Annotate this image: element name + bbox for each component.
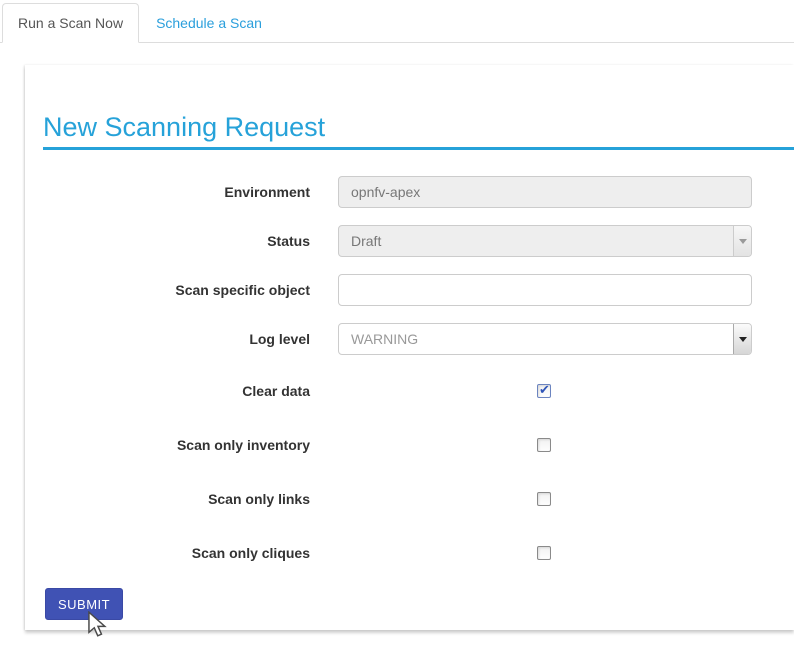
status-row: Status Draft: [25, 225, 794, 257]
scan-only-inventory-label: Scan only inventory: [25, 437, 310, 453]
page-title: New Scanning Request: [43, 111, 794, 150]
log-level-select[interactable]: WARNING: [338, 323, 752, 355]
clear-data-row: Clear data: [25, 372, 794, 409]
chevron-down-icon[interactable]: [733, 324, 751, 354]
scan-only-inventory-checkbox[interactable]: [537, 438, 551, 452]
environment-input: [338, 176, 752, 208]
tab-schedule-a-scan[interactable]: Schedule a Scan: [140, 3, 278, 43]
scan-only-inventory-control: [338, 438, 752, 452]
scan-only-inventory-row: Scan only inventory: [25, 426, 794, 463]
new-scanning-request-form: Environment Status Draft Scan specific o…: [25, 176, 794, 620]
clear-data-label: Clear data: [25, 383, 310, 399]
log-level-row: Log level WARNING: [25, 323, 794, 355]
scan-only-cliques-checkbox[interactable]: [537, 546, 551, 560]
scan-only-links-control: [338, 492, 752, 506]
clear-data-checkbox[interactable]: [537, 384, 551, 398]
log-level-select-value: WARNING: [339, 331, 418, 347]
status-select-value: Draft: [339, 233, 381, 249]
status-select: Draft: [338, 225, 752, 257]
scan-specific-object-control: [338, 274, 752, 306]
scan-specific-object-input[interactable]: [338, 274, 752, 306]
environment-row: Environment: [25, 176, 794, 208]
status-label: Status: [25, 233, 310, 249]
scan-specific-object-row: Scan specific object: [25, 274, 794, 306]
environment-label: Environment: [25, 184, 310, 200]
scan-only-cliques-label: Scan only cliques: [25, 545, 310, 561]
chevron-down-icon: [733, 226, 751, 256]
scan-only-links-checkbox[interactable]: [537, 492, 551, 506]
scan-only-links-label: Scan only links: [25, 491, 310, 507]
log-level-label: Log level: [25, 331, 310, 347]
log-level-control: WARNING: [338, 323, 752, 355]
scan-only-cliques-control: [338, 546, 752, 560]
environment-control: [338, 176, 752, 208]
status-control: Draft: [338, 225, 752, 257]
scan-only-cliques-row: Scan only cliques: [25, 534, 794, 571]
tab-bar: Run a Scan Now Schedule a Scan: [0, 0, 794, 43]
submit-button[interactable]: SUBMIT: [45, 588, 123, 620]
tab-run-a-scan-now[interactable]: Run a Scan Now: [2, 3, 139, 43]
clear-data-control: [338, 384, 752, 398]
scan-only-links-row: Scan only links: [25, 480, 794, 517]
scan-request-panel: New Scanning Request Environment Status …: [25, 65, 794, 630]
scan-specific-object-label: Scan specific object: [25, 282, 310, 298]
